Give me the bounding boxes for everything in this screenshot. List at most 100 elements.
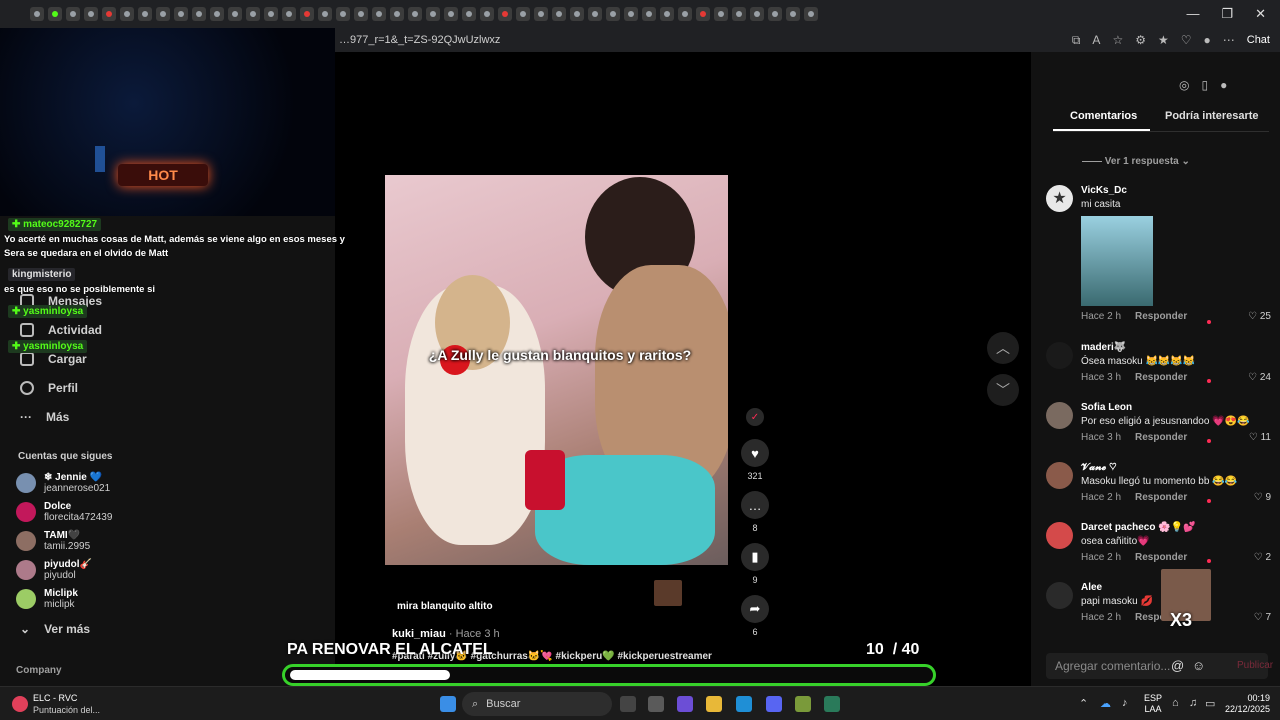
phone-icon[interactable]: ▯ bbox=[1201, 78, 1208, 92]
browser-tab[interactable] bbox=[804, 7, 818, 21]
browser-tab[interactable] bbox=[336, 7, 350, 21]
browser-tab[interactable] bbox=[570, 7, 584, 21]
following-item[interactable]: Dolce florecita472439 bbox=[16, 501, 112, 523]
tab-interesting[interactable]: Podría interesarte bbox=[1165, 110, 1259, 122]
reply-button[interactable]: Responder bbox=[1135, 432, 1187, 443]
following-item[interactable]: piyudol🎸 piyudol bbox=[16, 559, 92, 581]
save-button[interactable]: ▮ 9 bbox=[740, 543, 770, 585]
heart-icon[interactable]: ♡ bbox=[1181, 33, 1192, 47]
browser-tab[interactable] bbox=[246, 7, 260, 21]
discord-icon[interactable] bbox=[766, 696, 782, 712]
profile-avatar[interactable]: ● bbox=[1204, 33, 1211, 47]
browser-tab[interactable] bbox=[786, 7, 800, 21]
tray-chevron-icon[interactable]: ⌃ bbox=[1079, 697, 1088, 710]
browser-tab[interactable] bbox=[732, 7, 746, 21]
reply-button[interactable]: Responder bbox=[1135, 311, 1187, 322]
microphone-icon[interactable]: ♪ bbox=[1122, 697, 1128, 709]
copilot-chat-button[interactable]: Chat bbox=[1247, 34, 1270, 46]
avatar[interactable] bbox=[1046, 342, 1073, 369]
avatar[interactable] bbox=[1046, 402, 1073, 429]
extensions-icon[interactable]: ⚙ bbox=[1135, 33, 1146, 47]
browser-tab[interactable] bbox=[498, 7, 512, 21]
comment-like[interactable]: ♡ 7 bbox=[1254, 612, 1271, 623]
following-item[interactable]: ❄ Jennie 💙 jeannerose021 bbox=[16, 472, 110, 494]
comment-user[interactable]: Darcet pacheco 🌸💡💕 bbox=[1081, 522, 1196, 533]
browser-tab[interactable] bbox=[624, 7, 638, 21]
browser-tab[interactable] bbox=[444, 7, 458, 21]
mention-icon[interactable]: @ bbox=[1171, 658, 1184, 673]
browser-tab[interactable] bbox=[264, 7, 278, 21]
post-button[interactable]: Publicar bbox=[1237, 660, 1273, 671]
browser-tab[interactable] bbox=[678, 7, 692, 21]
browser-tab[interactable] bbox=[138, 7, 152, 21]
company-link[interactable]: Company bbox=[16, 665, 62, 676]
browser-tab[interactable] bbox=[768, 7, 782, 21]
see-more-button[interactable]: ⌄ Ver más bbox=[20, 622, 90, 636]
compass-icon[interactable]: ◎ bbox=[1179, 78, 1189, 92]
comment-user[interactable]: 𝓥𝓪𝓷𝓮 ♡ bbox=[1081, 462, 1117, 473]
comment-like[interactable]: ♡ 24 bbox=[1248, 372, 1271, 383]
browser-tab[interactable] bbox=[372, 7, 386, 21]
browser-tab[interactable] bbox=[30, 7, 44, 21]
comment-user[interactable]: Sofia Leon bbox=[1081, 402, 1132, 413]
comment-like[interactable]: ♡ 11 bbox=[1249, 432, 1271, 443]
tab-comments[interactable]: Comentarios bbox=[1070, 110, 1137, 122]
browser-tab[interactable] bbox=[318, 7, 332, 21]
author-name[interactable]: kuki_miau bbox=[392, 628, 446, 640]
comment-like[interactable]: ♡ 2 bbox=[1254, 552, 1271, 563]
avatar[interactable] bbox=[1046, 522, 1073, 549]
comment-user[interactable]: VicKs_Dc bbox=[1081, 185, 1127, 196]
app-icon[interactable] bbox=[824, 696, 840, 712]
network-icon[interactable]: ⌂ bbox=[1172, 697, 1179, 709]
comment-input[interactable]: Agregar comentario... bbox=[1046, 653, 1268, 679]
taskbar-search[interactable]: ⌕ Buscar bbox=[462, 692, 612, 716]
favorite-star-icon[interactable]: ☆ bbox=[1112, 33, 1123, 47]
comment-image[interactable] bbox=[1081, 216, 1153, 306]
browser-tab[interactable] bbox=[516, 7, 530, 21]
task-view-icon[interactable] bbox=[620, 696, 636, 712]
follow-check[interactable]: ✓ bbox=[740, 408, 770, 426]
following-item[interactable]: Miclipk miclipk bbox=[16, 588, 78, 610]
browser-tab[interactable] bbox=[588, 7, 602, 21]
language-indicator[interactable]: ESP LAA bbox=[1144, 693, 1162, 715]
browser-tab[interactable] bbox=[390, 7, 404, 21]
browser-tab[interactable] bbox=[102, 7, 116, 21]
browser-tab[interactable] bbox=[174, 7, 188, 21]
comment-user[interactable]: Alee bbox=[1081, 582, 1102, 593]
chrome-icon[interactable] bbox=[795, 696, 811, 712]
comment-button[interactable]: … 8 bbox=[740, 491, 770, 533]
browser-tab[interactable] bbox=[84, 7, 98, 21]
comment-user[interactable]: maderi🐺 bbox=[1081, 342, 1126, 353]
avatar[interactable] bbox=[1046, 462, 1073, 489]
browser-tab[interactable] bbox=[552, 7, 566, 21]
nav-activity[interactable]: Actividad bbox=[20, 323, 102, 337]
windows-start-icon[interactable] bbox=[440, 696, 456, 712]
browser-tab[interactable] bbox=[750, 7, 764, 21]
reply-button[interactable]: Responder bbox=[1135, 372, 1187, 383]
edge-icon[interactable] bbox=[736, 696, 752, 712]
avatar[interactable] bbox=[1046, 582, 1073, 609]
onedrive-icon[interactable]: ☁ bbox=[1100, 697, 1111, 710]
browser-tab[interactable] bbox=[282, 7, 296, 21]
battery-icon[interactable]: ▭ bbox=[1205, 697, 1215, 710]
reply-button[interactable]: Responder bbox=[1135, 552, 1187, 563]
browser-tab[interactable] bbox=[120, 7, 134, 21]
browser-tab[interactable] bbox=[714, 7, 728, 21]
clock[interactable]: 00:19 22/12/2025 bbox=[1222, 693, 1270, 715]
translate-icon[interactable]: A bbox=[1092, 33, 1100, 47]
browser-tab[interactable] bbox=[426, 7, 440, 21]
browser-tab[interactable] bbox=[300, 7, 314, 21]
browser-tab[interactable] bbox=[192, 7, 206, 21]
emoji-icon[interactable]: ☺ bbox=[1192, 658, 1205, 673]
file-explorer-icon[interactable] bbox=[706, 696, 722, 712]
nav-profile[interactable]: Perfil bbox=[20, 381, 78, 395]
video-player[interactable]: ¿A Zully le gustan blanquitos y raritos? bbox=[385, 175, 728, 565]
nav-upload[interactable]: Cargar bbox=[20, 352, 87, 366]
browser-tab[interactable] bbox=[48, 7, 62, 21]
more-menu-icon[interactable]: ⋯ bbox=[1223, 33, 1235, 47]
following-item[interactable]: TAMI🖤 tamii.2995 bbox=[16, 530, 90, 552]
minimize-icon[interactable]: — bbox=[1186, 6, 1199, 22]
restore-icon[interactable]: ❐ bbox=[1221, 6, 1233, 22]
browser-tab[interactable] bbox=[660, 7, 674, 21]
browser-tab[interactable] bbox=[408, 7, 422, 21]
